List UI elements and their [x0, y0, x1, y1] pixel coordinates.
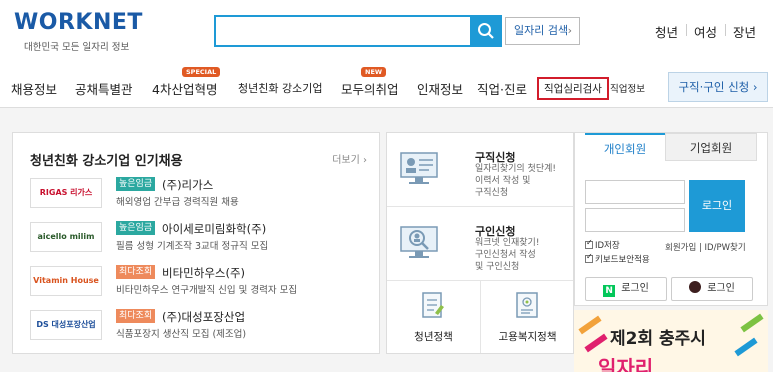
apply-label: 구직·구인 신청 — [678, 80, 750, 94]
logo-subtitle: 대한민국 모든 일자리 정보 — [24, 42, 130, 53]
kakao-icon — [689, 281, 702, 293]
list-item[interactable]: Vitamin House 최다조회 비타민하우스(주) 비타민하우스 연구개발… — [30, 265, 375, 299]
chevron-right-icon: › — [752, 80, 758, 94]
tag-badge: 높은임금 — [116, 177, 156, 191]
banner-subtitle: 일자리 — [598, 356, 654, 372]
login-panel: 개인회원 기업회원 로그인 ID저장 키보드보안적용 회원가입 | ID/PW찾… — [574, 132, 768, 306]
nav-item-4th-industry[interactable]: SPECIAL 4차산업혁명 — [152, 67, 221, 98]
more-link[interactable]: 더보기 › — [332, 151, 367, 166]
nav-item-talent[interactable]: 인재정보 — [417, 79, 463, 98]
quick-link-senior[interactable]: 장년 — [733, 22, 756, 41]
banner-title: 제2회 충주시 — [610, 329, 706, 349]
nav-item-jobs[interactable]: 채용정보 — [11, 79, 57, 98]
policy-links: 청년정책 고용복지정책 — [387, 281, 573, 353]
list-item[interactable]: RIGAS 리가스 높은임금 (주)리가스 해외영업 간부급 경력직원 채용 — [30, 177, 375, 211]
job-description: 필름 성형 기계조작 3교대 정규직 모집 — [116, 241, 269, 252]
job-description: 비타민하우스 연구개발직 신입 및 경력자 모집 — [116, 285, 298, 296]
checkbox-icon — [585, 252, 593, 263]
search-input[interactable] — [214, 15, 470, 47]
quick-link-women[interactable]: 여성 — [694, 22, 717, 41]
nav-item-label: 모두의취업 — [341, 82, 399, 97]
nav-item-career[interactable]: 직업·진로 — [477, 79, 527, 98]
welfare-policy-link[interactable]: 고용복지정책 — [480, 281, 573, 353]
divider — [686, 24, 687, 36]
save-id-checkbox[interactable]: ID저장 — [585, 238, 620, 251]
tab-company[interactable]: 기업회원 — [665, 133, 757, 161]
kakao-login-label: 로그인 — [707, 283, 735, 294]
company-logo: RIGAS 리가스 — [30, 178, 102, 208]
naver-icon: N — [603, 285, 616, 297]
nav-item-aptitude-test[interactable]: 직업심리검사 — [537, 77, 609, 100]
decorative-stripe — [578, 315, 602, 335]
nav-item-employment-for-all[interactable]: NEW 모두의취업 — [341, 67, 399, 98]
login-button[interactable]: 로그인 — [689, 180, 745, 232]
account-links[interactable]: 회원가입 | ID/PW찾기 — [665, 241, 746, 253]
id-input[interactable] — [585, 180, 685, 204]
chevron-right-icon: › — [567, 24, 572, 37]
company-logo: aicello milim — [30, 222, 102, 252]
job-search-button[interactable]: 일자리 검색 › — [505, 17, 580, 45]
keyboard-security-checkbox[interactable]: 키보드보안적용 — [585, 252, 650, 265]
service-desc-line: 및 구인신청 — [475, 262, 520, 272]
top-header: WORKNET 대한민국 모든 일자리 정보 일자리 검색 › 청년 여성 장년 — [0, 0, 773, 66]
company-name[interactable]: (주)대성포장산업 — [162, 309, 245, 325]
service-desc-line: 일자리찾기의 첫단계! — [475, 164, 556, 174]
decorative-stripe — [740, 313, 764, 333]
job-description: 해외영업 간부급 경력직원 채용 — [116, 197, 239, 208]
keyboard-security-label: 키보드보안적용 — [595, 255, 650, 265]
panel-title: 청년친화 강소기업 인기채용 — [30, 154, 183, 169]
nav-item-label: 4차산업혁명 — [152, 82, 218, 97]
job-description: 식품포장지 생산직 모집 (제조업) — [116, 329, 247, 340]
company-logo: DS 대성포장산업 — [30, 310, 102, 340]
service-desc-line: 구직신청 — [475, 188, 509, 198]
service-desc-line: 구인신청서 작성 — [475, 250, 536, 260]
tag-badge: 높은임금 — [116, 221, 156, 235]
main-nav: 채용정보 공채특별관 SPECIAL 4차산업혁명 청년친화 강소기업 NEW … — [0, 66, 773, 108]
policy-document-icon — [516, 292, 538, 318]
kakao-login-button[interactable]: 로그인 — [671, 277, 753, 301]
naver-login-button[interactable]: N 로그인 — [585, 277, 667, 301]
search-icon — [478, 23, 494, 39]
tab-personal[interactable]: 개인회원 — [585, 133, 665, 161]
featured-jobs-panel: 청년친화 강소기업 인기채용 더보기 › RIGAS 리가스 높은임금 (주)리… — [12, 132, 380, 354]
checkbox-icon — [585, 238, 593, 249]
document-icon — [422, 292, 444, 318]
resume-monitor-icon — [400, 152, 438, 184]
tag-badge: 최다조회 — [116, 265, 156, 279]
password-input[interactable] — [585, 208, 685, 232]
divider — [725, 24, 726, 36]
welfare-policy-label: 고용복지정책 — [498, 331, 557, 343]
decorative-stripe — [584, 333, 608, 353]
nav-item-job-info[interactable]: 직업정보 — [610, 81, 645, 95]
nav-item-public-recruit[interactable]: 공채특별관 — [75, 79, 133, 98]
company-logo: Vitamin House — [30, 266, 102, 296]
apply-button[interactable]: 구직·구인 신청 › — [668, 72, 768, 102]
youth-policy-label: 청년정책 — [414, 331, 453, 343]
naver-login-label: 로그인 — [621, 283, 649, 294]
quick-link-youth[interactable]: 청년 — [655, 22, 678, 41]
event-banner[interactable]: 제2회 충주시 일자리 — [574, 310, 768, 372]
list-item[interactable]: DS 대성포장산업 최다조회 (주)대성포장산업 식품포장지 생산직 모집 (제… — [30, 309, 375, 343]
worknet-logo[interactable]: WORKNET 대한민국 모든 일자리 정보 — [10, 8, 170, 58]
list-item[interactable]: aicello milim 높은임금 아이세로미림화학(주) 필름 성형 기계조… — [30, 221, 375, 255]
youth-policy-link[interactable]: 청년정책 — [387, 281, 480, 353]
logo-wordmark: WORKNET — [14, 10, 143, 35]
service-desc-line: 워크넷 인재찾기! — [475, 238, 540, 248]
company-name[interactable]: 아이세로미림화학(주) — [162, 221, 266, 237]
talent-search-icon — [400, 226, 438, 258]
new-badge: NEW — [361, 67, 387, 77]
search-button[interactable] — [470, 15, 502, 47]
nav-item-youth-company[interactable]: 청년친화 강소기업 — [238, 80, 322, 96]
company-name[interactable]: (주)리가스 — [162, 177, 213, 193]
company-name[interactable]: 비타민하우스(주) — [162, 265, 245, 281]
tag-badge: 최다조회 — [116, 309, 156, 323]
recruit-application-link[interactable]: 구인신청 워크넷 인재찾기! 구인신청서 작성 및 구인신청 — [387, 207, 573, 281]
job-search-label: 일자리 검색 — [514, 24, 569, 37]
service-desc-line: 이력서 작성 및 — [475, 176, 531, 186]
services-panel: 구직신청 일자리찾기의 첫단계! 이력서 작성 및 구직신청 구인신청 워크넷 … — [386, 132, 574, 354]
special-badge: SPECIAL — [182, 67, 221, 77]
save-id-label: ID저장 — [595, 241, 620, 251]
decorative-stripe — [734, 337, 758, 357]
job-application-link[interactable]: 구직신청 일자리찾기의 첫단계! 이력서 작성 및 구직신청 — [387, 133, 573, 207]
